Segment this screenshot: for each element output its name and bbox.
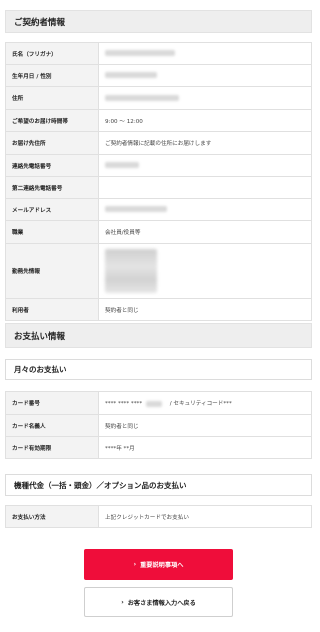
card-info-table: カード番号 **** **** **** / セキュリティコード*** カード名…	[5, 391, 312, 459]
email-label: メールアドレス	[5, 198, 99, 221]
device-payment-table: お支払い方法 上記クレジットカードでお支払い	[5, 505, 312, 528]
card-number-masked: **** **** ****	[105, 401, 143, 407]
delivery-address-value: ご契約者情報に記載の住所にお届けします	[98, 131, 312, 155]
table-row: お支払い方法 上記クレジットカードでお支払い	[5, 505, 312, 528]
delivery-address-label: お届け先住所	[5, 131, 99, 155]
name-value	[98, 42, 312, 65]
card-holder-label: カード名義人	[5, 414, 99, 437]
payment-method-value: 上記クレジットカードでお支払い	[98, 505, 312, 528]
table-row: カード名義人 契約者と同じ	[5, 414, 312, 437]
monthly-payment-header: 月々のお支払い	[5, 359, 312, 380]
table-row: 職業 会社員/役員等	[5, 220, 312, 244]
card-holder-value: 契約者と同じ	[98, 414, 312, 437]
delivery-time-value: 9:00 〜 12:00	[98, 109, 312, 132]
table-row: 氏名（フリガナ）	[5, 42, 312, 65]
second-phone-label: 第二連絡先電話番号	[5, 176, 99, 199]
address-label: 住所	[5, 86, 99, 110]
birthdate-gender-label: 生年月日 / 性別	[5, 64, 99, 87]
card-number-value: **** **** **** / セキュリティコード***	[98, 391, 312, 415]
employer-value	[98, 243, 312, 299]
back-to-customer-info-button[interactable]: › お客さま情報入力へ戻る	[84, 587, 233, 617]
payment-section-title: お支払い情報	[14, 331, 66, 342]
employer-label: 勤務先情報	[5, 243, 99, 299]
card-expiry-value: ****年 **月	[98, 436, 312, 459]
phone-label: 連絡先電話番号	[5, 154, 99, 177]
table-row: 連絡先電話番号	[5, 154, 312, 177]
table-row: 利用者 契約者と同じ	[5, 298, 312, 321]
table-row: メールアドレス	[5, 198, 312, 221]
chevron-right-icon: ›	[121, 598, 124, 606]
name-label: 氏名（フリガナ）	[5, 42, 99, 65]
security-code-masked: / セキュリティコード***	[169, 401, 232, 407]
address-value	[98, 86, 312, 110]
table-row: 勤務先情報	[5, 243, 312, 299]
card-number-label: カード番号	[5, 391, 99, 415]
monthly-payment-title: 月々のお支払い	[14, 365, 67, 374]
table-row: カード番号 **** **** **** / セキュリティコード***	[5, 391, 312, 415]
card-expiry-label: カード有効期限	[5, 436, 99, 459]
contract-section-title: ご契約者情報	[14, 17, 66, 28]
payment-method-label: お支払い方法	[5, 505, 99, 528]
user-label: 利用者	[5, 298, 99, 321]
second-phone-value	[98, 176, 312, 199]
back-button-label: お客さま情報入力へ戻る	[127, 599, 196, 607]
delivery-time-label: ご希望のお届け時間帯	[5, 109, 99, 132]
table-row: 第二連絡先電話番号	[5, 176, 312, 199]
table-row: 生年月日 / 性別	[5, 64, 312, 87]
user-value: 契約者と同じ	[98, 298, 312, 321]
table-row: カード有効期限 ****年 **月	[5, 436, 312, 459]
occupation-label: 職業	[5, 220, 99, 244]
table-row: お届け先住所 ご契約者情報に記載の住所にお届けします	[5, 131, 312, 155]
email-value	[98, 198, 312, 221]
contract-info-table: 氏名（フリガナ） 生年月日 / 性別 住所 ご希望のお届け時間帯 9:00 〜 …	[5, 42, 312, 321]
birthdate-gender-value	[98, 64, 312, 87]
payment-section-header: お支払い情報	[5, 323, 312, 348]
next-button-label: 重要説明事項へ	[140, 562, 184, 569]
device-payment-header: 機種代金（一括・頭金）／オプション品のお支払い	[5, 474, 312, 496]
table-row: 住所	[5, 86, 312, 110]
device-payment-title: 機種代金（一括・頭金）／オプション品のお支払い	[14, 480, 187, 490]
contract-section-header: ご契約者情報	[5, 10, 312, 33]
table-row: ご希望のお届け時間帯 9:00 〜 12:00	[5, 109, 312, 132]
next-important-notes-button[interactable]: › 重要説明事項へ	[84, 549, 233, 580]
chevron-right-icon: ›	[133, 561, 137, 568]
occupation-value: 会社員/役員等	[98, 220, 312, 244]
phone-value	[98, 154, 312, 177]
